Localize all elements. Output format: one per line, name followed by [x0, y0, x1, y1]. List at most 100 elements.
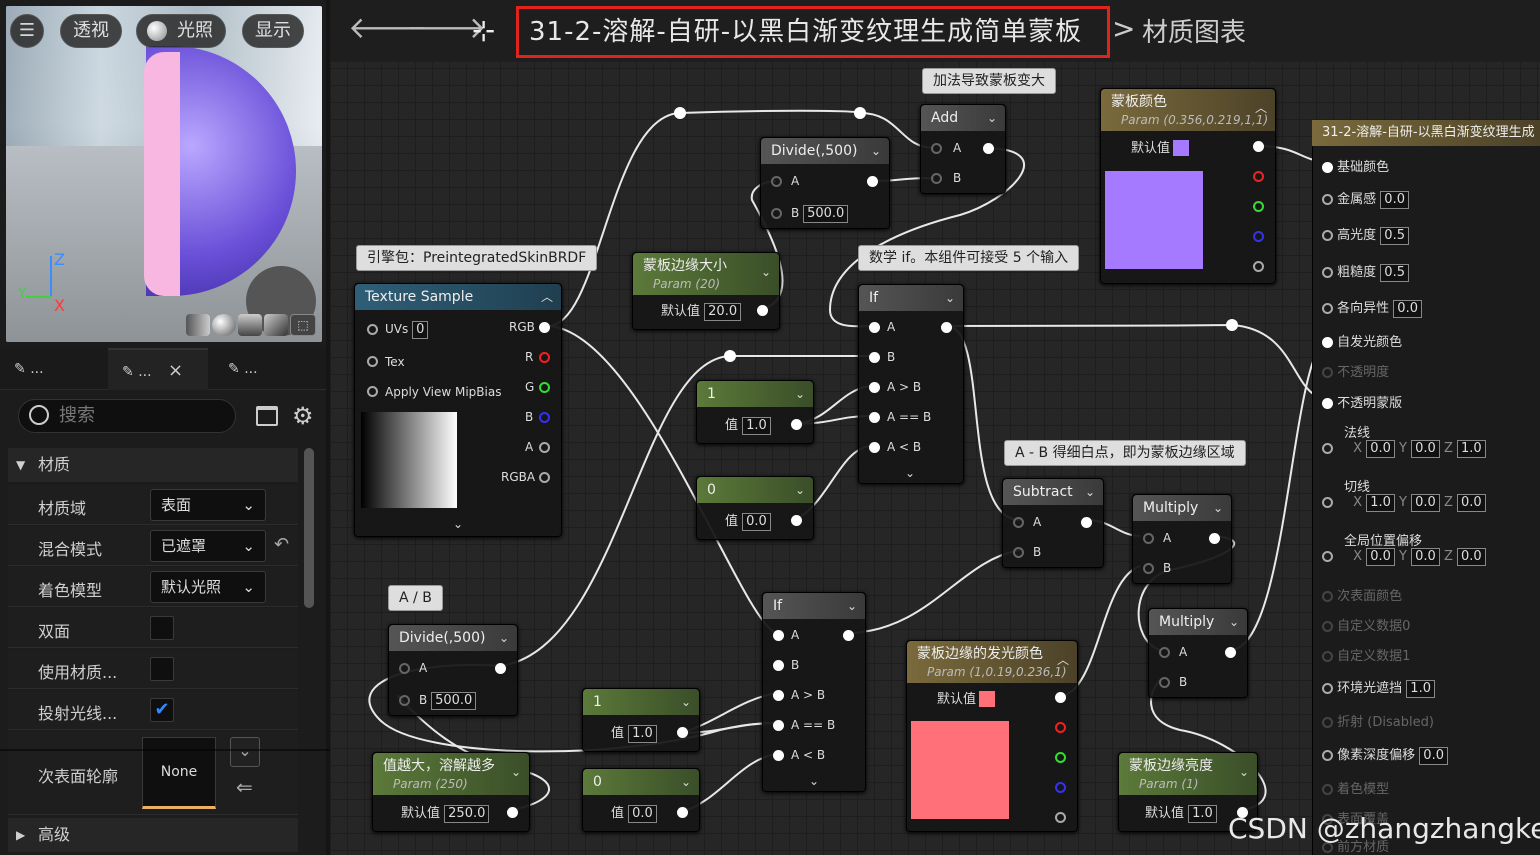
chevron-down-icon[interactable]: ⌄ — [905, 465, 915, 481]
output-pin[interactable] — [983, 143, 994, 154]
graph-hierarchy-icon[interactable]: ⊹ — [472, 14, 495, 47]
input-pin[interactable] — [1322, 398, 1333, 409]
input-pin[interactable] — [1322, 551, 1333, 562]
result-input-anisotropy[interactable]: 各向异性 0.0 — [1322, 297, 1422, 318]
input-pin[interactable] — [1322, 194, 1333, 205]
z-value[interactable]: 0.0 — [1456, 548, 1486, 566]
output-pin[interactable] — [843, 630, 854, 641]
input-pin[interactable] — [1143, 533, 1154, 544]
result-input-metallic[interactable]: 金属感 0.0 — [1322, 188, 1409, 209]
default-color-swatch[interactable] — [979, 691, 995, 707]
table-view-icon[interactable] — [256, 406, 278, 426]
result-input-specular[interactable]: 高光度 0.5 — [1322, 224, 1409, 245]
output-pin[interactable] — [507, 807, 518, 818]
chevron-down-icon[interactable]: ⌄ — [795, 381, 805, 407]
input-pin[interactable] — [1322, 683, 1333, 694]
two-sided-checkbox[interactable] — [150, 616, 174, 640]
show-button[interactable]: 显示 — [242, 14, 304, 48]
chevron-down-icon[interactable]: ⌄ — [809, 773, 819, 789]
chevron-down-icon[interactable]: ⌄ — [847, 593, 857, 619]
input-pin[interactable] — [1013, 517, 1024, 528]
input-pin[interactable] — [1322, 337, 1333, 348]
comment-if-note[interactable]: 数学 if。本组件可接受 5 个输入 — [858, 245, 1080, 271]
result-input-opacity-mask[interactable]: 不透明蒙版 — [1322, 392, 1402, 411]
chevron-down-icon[interactable]: ⌄ — [511, 759, 521, 785]
search-input[interactable]: 搜索 — [18, 399, 236, 433]
value-field[interactable]: 1.0 — [742, 417, 771, 435]
default-value[interactable]: 250.0 — [444, 805, 490, 823]
output-pin[interactable] — [1055, 692, 1066, 703]
input-pin[interactable] — [367, 324, 378, 335]
default-value[interactable]: 1.0 — [1188, 805, 1217, 823]
chevron-down-icon[interactable]: ⌄ — [987, 105, 997, 131]
const-0-bottom-node[interactable]: 0 ⌄ 值 0.0 — [582, 768, 700, 832]
gear-icon[interactable]: ⚙ — [292, 402, 314, 430]
input-pin[interactable] — [931, 173, 942, 184]
comment-subtract-note[interactable]: A - B 得细白点，即为蒙板边缘区域 — [1004, 440, 1246, 466]
pin-value[interactable]: 500.0 — [431, 692, 477, 710]
if-top-node[interactable]: If ⌄ A B A > B A == B A < B ⌄ — [858, 284, 964, 484]
input-pin[interactable] — [1322, 162, 1333, 173]
z-value[interactable]: 0.0 — [1456, 494, 1486, 512]
y-value[interactable]: 0.0 — [1411, 548, 1440, 566]
result-input-pixel-depth-offset[interactable]: 像素深度偏移 0.0 — [1322, 744, 1448, 765]
input-pin[interactable] — [1322, 497, 1333, 508]
result-input-roughness[interactable]: 粗糙度 0.5 — [1322, 261, 1409, 282]
value-field[interactable]: 0.0 — [742, 513, 771, 531]
result-input-ao[interactable]: 环境光遮挡 1.0 — [1322, 677, 1435, 698]
input-pin[interactable] — [1013, 547, 1024, 558]
const-0-top-node[interactable]: 0 ⌄ 值 0.0 — [696, 476, 814, 540]
const-1-top-node[interactable]: 1 ⌄ 值 1.0 — [696, 380, 814, 444]
input-pin[interactable] — [773, 630, 784, 641]
preview-teapot-icon[interactable]: ⬚ — [290, 314, 316, 336]
perspective-button[interactable]: 透视 — [60, 14, 122, 48]
output-pin[interactable] — [539, 412, 550, 423]
input-pin[interactable] — [773, 750, 784, 761]
input-value[interactable]: 0.0 — [1419, 747, 1448, 765]
preview-cube-icon[interactable] — [264, 314, 288, 336]
chevron-down-icon[interactable]: ⌄ — [453, 516, 463, 532]
output-pin[interactable] — [1253, 231, 1264, 242]
preview-plane-icon[interactable] — [238, 314, 262, 336]
output-pin[interactable] — [1055, 782, 1066, 793]
subsurface-profile-picker[interactable]: None — [142, 737, 216, 809]
chevron-up-icon[interactable]: ︿ — [1057, 647, 1069, 673]
chevron-down-icon[interactable]: ⌄ — [795, 477, 805, 503]
const-1-bottom-node[interactable]: 1 ⌄ 值 1.0 — [582, 688, 700, 752]
advanced-section-header[interactable]: ▶ 高级 — [8, 818, 298, 852]
reset-arrow-icon[interactable]: ↶ — [274, 534, 289, 555]
chevron-up-icon[interactable]: ︿ — [541, 284, 553, 310]
output-pin[interactable] — [677, 807, 688, 818]
input-value[interactable]: 1.0 — [1406, 680, 1435, 698]
input-pin[interactable] — [771, 208, 782, 219]
input-pin[interactable] — [367, 386, 378, 397]
multiply-1-node[interactable]: Multiply ⌄ A B — [1132, 494, 1232, 584]
shading-model-dropdown[interactable]: 默认光照 ⌄ — [150, 571, 266, 603]
chevron-down-icon[interactable]: ⌄ — [1239, 759, 1249, 785]
output-pin[interactable] — [539, 472, 550, 483]
value-field[interactable]: 0.0 — [628, 805, 657, 823]
result-input-emissive[interactable]: 自发光颜色 — [1322, 331, 1402, 350]
input-pin[interactable] — [869, 412, 880, 423]
output-pin[interactable] — [1055, 752, 1066, 763]
output-pin[interactable] — [1055, 812, 1066, 823]
edge-size-param-node[interactable]: 蒙板边缘大小 ⌄ Param (20) 默认值 20.0 — [632, 252, 780, 330]
input-pin[interactable] — [869, 322, 880, 333]
input-pin[interactable] — [1322, 267, 1333, 278]
output-pin[interactable] — [1081, 517, 1092, 528]
x-value[interactable]: 1.0 — [1366, 494, 1395, 512]
chevron-down-icon[interactable]: ⌄ — [761, 259, 771, 285]
output-pin[interactable] — [539, 322, 550, 333]
input-value[interactable]: 0.0 — [1393, 300, 1422, 318]
comment-engine-pack[interactable]: 引擎包：PreintegratedSkinBRDF — [356, 245, 598, 271]
comment-add-note[interactable]: 加法导致蒙板变大 — [922, 68, 1056, 94]
use-material-checkbox[interactable] — [150, 657, 174, 681]
input-pin[interactable] — [1322, 230, 1333, 241]
input-value[interactable]: 0.5 — [1380, 227, 1409, 245]
chevron-down-icon[interactable]: ⌄ — [499, 625, 509, 651]
z-value[interactable]: 1.0 — [1456, 440, 1486, 458]
input-pin[interactable] — [869, 382, 880, 393]
chevron-down-icon[interactable]: ⌄ — [230, 737, 260, 767]
output-pin[interactable] — [1253, 171, 1264, 182]
input-pin[interactable] — [1159, 677, 1170, 688]
